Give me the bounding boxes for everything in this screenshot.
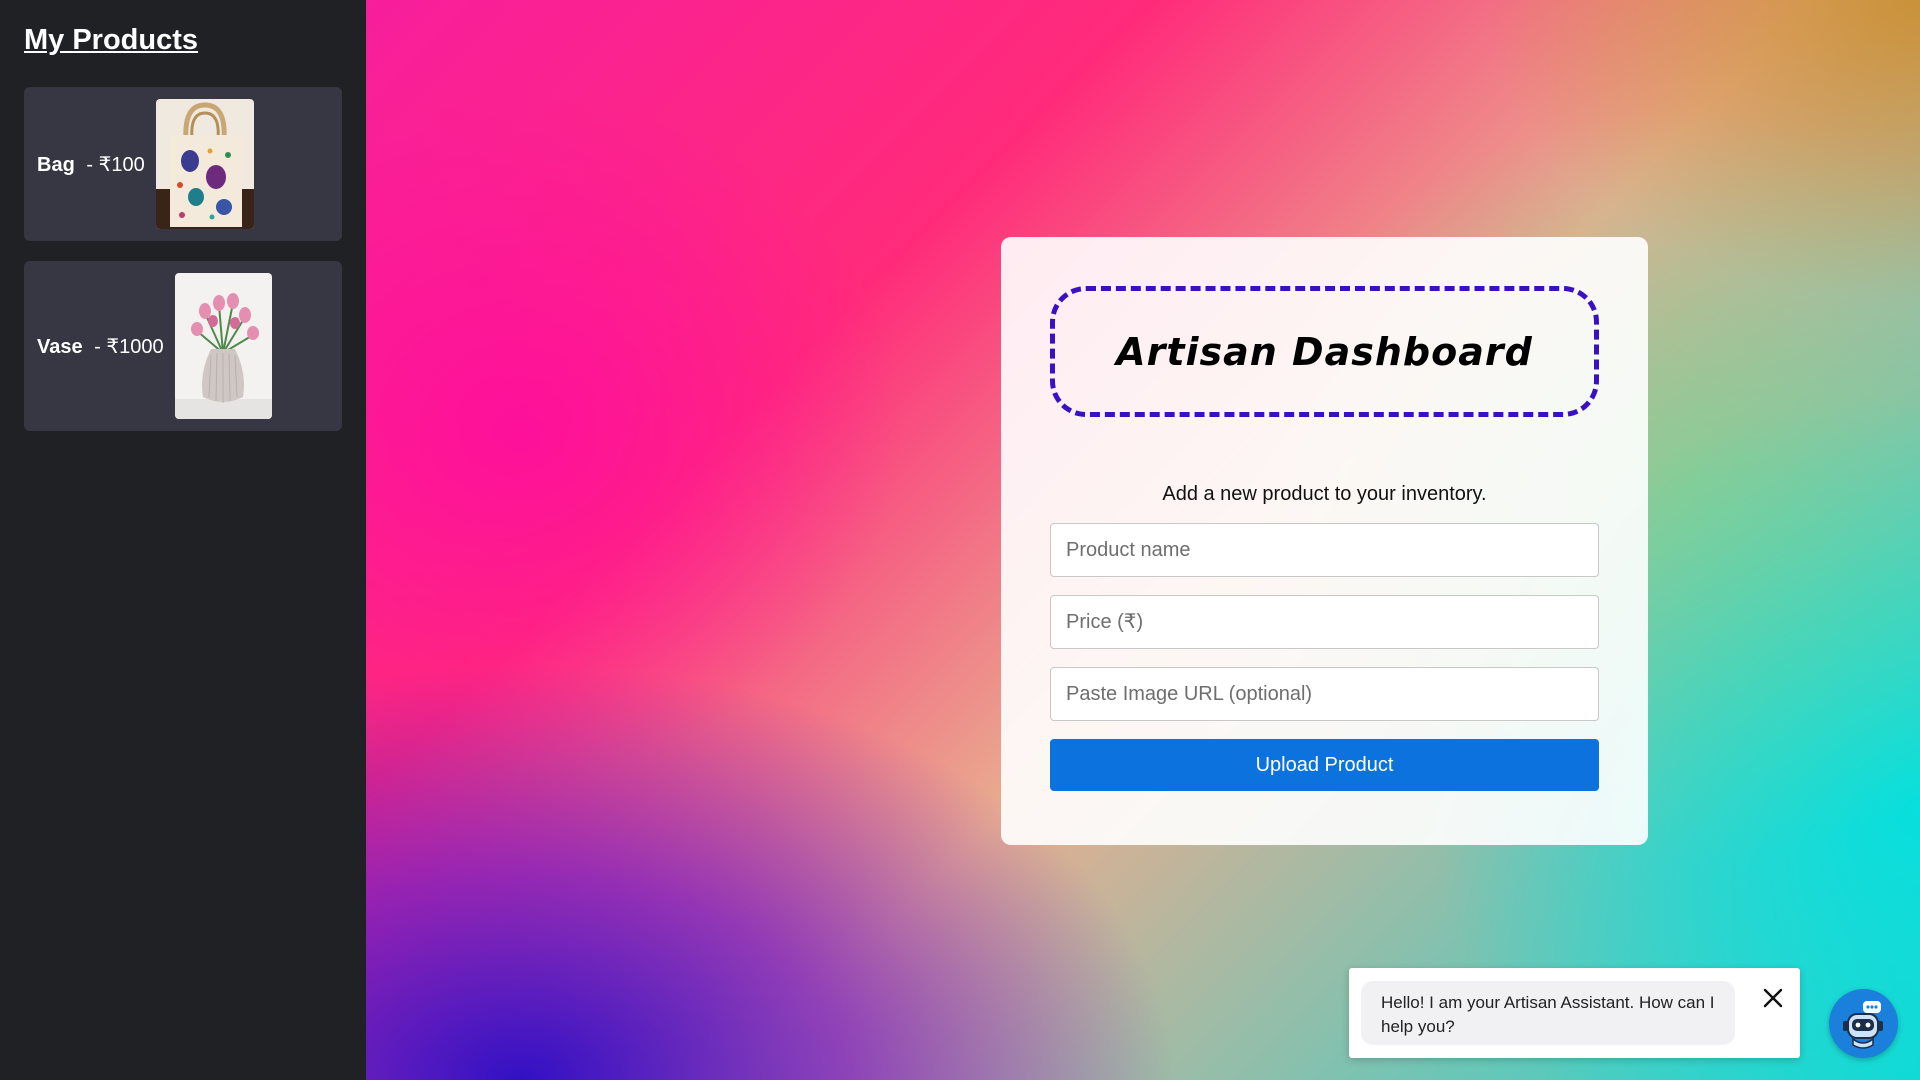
product-separator: -	[94, 335, 101, 358]
chat-assistant-button[interactable]	[1829, 989, 1898, 1058]
close-icon[interactable]	[1760, 985, 1786, 1011]
product-price: ₹100	[98, 153, 145, 176]
dashboard-title-box: Artisan Dashboard	[1050, 286, 1599, 417]
form-subtitle: Add a new product to your inventory.	[1162, 483, 1487, 505]
chat-popup: Hello! I am your Artisan Assistant. How …	[1349, 968, 1800, 1058]
dashboard-title: Artisan Dashboard	[1116, 329, 1533, 374]
product-card-bag[interactable]: Bag - ₹100	[24, 87, 342, 241]
sidebar: My Products Bag - ₹100 Vase - ₹1000	[0, 0, 366, 1080]
product-separator: -	[86, 153, 94, 176]
product-text: Vase - ₹1000	[37, 334, 164, 359]
add-product-card: Artisan Dashboard Add a new product to y…	[1001, 237, 1648, 845]
product-price: ₹1000	[106, 335, 164, 358]
product-name: Bag	[37, 153, 75, 176]
image-url-input[interactable]	[1050, 667, 1599, 721]
upload-product-button[interactable]: Upload Product	[1050, 739, 1599, 791]
product-text: Bag - ₹100	[37, 152, 145, 177]
robot-icon	[1843, 1001, 1883, 1049]
product-image-bag	[155, 99, 254, 229]
product-name-input[interactable]	[1050, 523, 1599, 577]
product-card-vase[interactable]: Vase - ₹1000	[24, 261, 342, 431]
product-name: Vase	[37, 335, 83, 358]
price-input[interactable]	[1050, 595, 1599, 649]
chat-message: Hello! I am your Artisan Assistant. How …	[1361, 981, 1735, 1045]
product-image-vase	[174, 273, 272, 419]
main-background: Artisan Dashboard Add a new product to y…	[366, 0, 1920, 1080]
sidebar-title: My Products	[24, 24, 199, 56]
